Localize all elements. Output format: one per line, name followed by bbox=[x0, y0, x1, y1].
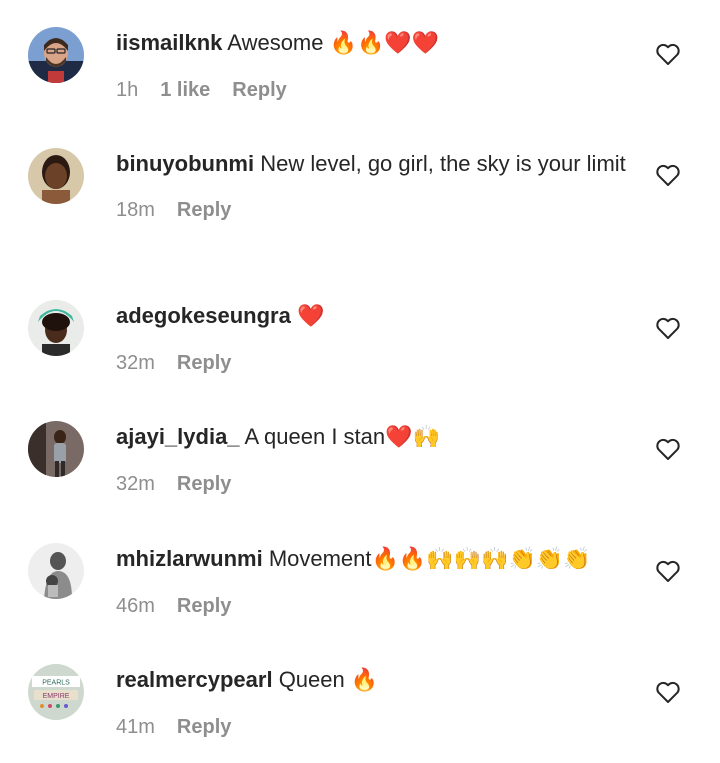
comment-body: mhizlarwunmi Movement🔥🔥🙌🙌🙌👏👏👏 46m Reply bbox=[116, 543, 636, 618]
comment-username[interactable]: realmercypearl bbox=[116, 667, 273, 692]
comment-time: 18m bbox=[116, 199, 155, 221]
user-avatar-pearls-empire-logo-icon: PEARLS EMPIRE bbox=[28, 664, 84, 720]
comment-time: 1h bbox=[116, 79, 139, 101]
comment-username[interactable]: adegokeseungra bbox=[116, 303, 291, 328]
user-avatar-woman-icon bbox=[28, 148, 84, 204]
comment-meta: 46m Reply bbox=[116, 595, 636, 618]
comment-body: adegokeseungra ❤️ 32m Reply bbox=[116, 300, 636, 375]
avatar-logo-text: EMPIRE bbox=[43, 693, 70, 700]
comment-avatar[interactable] bbox=[28, 27, 84, 83]
like-heart-icon[interactable] bbox=[655, 680, 681, 704]
comment-text-line: realmercypearl Queen 🔥 bbox=[116, 664, 636, 696]
comment-text: A queen I stan bbox=[244, 424, 386, 449]
comment-emoji: 🔥🔥🙌🙌🙌👏👏👏 bbox=[371, 547, 591, 572]
comment-text-line: iismailknk Awesome 🔥🔥❤️❤️ bbox=[116, 27, 636, 59]
user-avatar-man-beard-icon bbox=[28, 27, 84, 83]
comment-text-line: adegokeseungra ❤️ bbox=[116, 300, 636, 332]
user-avatar-mother-child-icon bbox=[28, 543, 84, 599]
reply-button[interactable]: Reply bbox=[177, 716, 231, 739]
like-heart-icon[interactable] bbox=[655, 163, 681, 187]
comment-emoji: ❤️ bbox=[296, 304, 325, 329]
comment-avatar[interactable] bbox=[28, 421, 84, 477]
reply-button[interactable]: Reply bbox=[232, 79, 286, 102]
comment-text-line: binuyobunmi New level, go girl, the sky … bbox=[116, 148, 636, 179]
comment-body: iismailknk Awesome 🔥🔥❤️❤️ 1h 1 like Repl… bbox=[116, 27, 636, 102]
comment-time: 32m bbox=[116, 473, 155, 495]
comment-text: Movement bbox=[268, 546, 372, 571]
comment-time: 41m bbox=[116, 716, 155, 738]
avatar-logo-text: PEARLS bbox=[42, 680, 70, 687]
user-avatar-woman-standing-icon bbox=[28, 421, 84, 477]
comment-meta: 1h 1 like Reply bbox=[116, 79, 636, 102]
comment-text-line: ajayi_lydia_ A queen I stan❤️🙌 bbox=[116, 421, 636, 453]
comment-emoji: ❤️🙌 bbox=[385, 425, 440, 450]
comment-avatar[interactable] bbox=[28, 543, 84, 599]
comment-meta: 18m Reply bbox=[116, 199, 636, 222]
comment-body: realmercypearl Queen 🔥 41m Reply bbox=[116, 664, 636, 739]
like-heart-icon[interactable] bbox=[655, 42, 681, 66]
comment-meta: 32m Reply bbox=[116, 473, 636, 496]
comment-username[interactable]: ajayi_lydia_ bbox=[116, 424, 240, 449]
comment-meta: 41m Reply bbox=[116, 716, 636, 739]
comment-username[interactable]: binuyobunmi bbox=[116, 151, 254, 176]
comment-emoji: 🔥🔥❤️❤️ bbox=[329, 31, 440, 56]
comment-meta: 32m Reply bbox=[116, 352, 636, 375]
reply-button[interactable]: Reply bbox=[177, 595, 231, 618]
comment-avatar[interactable] bbox=[28, 300, 84, 356]
user-avatar-woman-icon bbox=[28, 300, 84, 356]
comment-time: 32m bbox=[116, 352, 155, 374]
comment-body: ajayi_lydia_ A queen I stan❤️🙌 32m Reply bbox=[116, 421, 636, 496]
like-heart-icon[interactable] bbox=[655, 316, 681, 340]
comment-username[interactable]: mhizlarwunmi bbox=[116, 546, 263, 571]
comment-avatar[interactable] bbox=[28, 148, 84, 204]
comment-likes-count[interactable]: 1 like bbox=[160, 79, 210, 102]
comment-body: binuyobunmi New level, go girl, the sky … bbox=[116, 148, 636, 222]
comment-text: New level, go girl, the sky is your limi… bbox=[260, 151, 626, 176]
comment-text: Queen bbox=[278, 667, 345, 692]
like-heart-icon[interactable] bbox=[655, 559, 681, 583]
reply-button[interactable]: Reply bbox=[177, 352, 231, 375]
reply-button[interactable]: Reply bbox=[177, 473, 231, 496]
comment-text-line: mhizlarwunmi Movement🔥🔥🙌🙌🙌👏👏👏 bbox=[116, 543, 636, 575]
comment-emoji: 🔥 bbox=[350, 668, 379, 693]
comment-text: Awesome bbox=[227, 30, 324, 55]
like-heart-icon[interactable] bbox=[655, 437, 681, 461]
comment-time: 46m bbox=[116, 595, 155, 617]
comment-avatar[interactable]: PEARLS EMPIRE bbox=[28, 664, 84, 720]
comment-username[interactable]: iismailknk bbox=[116, 30, 222, 55]
reply-button[interactable]: Reply bbox=[177, 199, 231, 222]
